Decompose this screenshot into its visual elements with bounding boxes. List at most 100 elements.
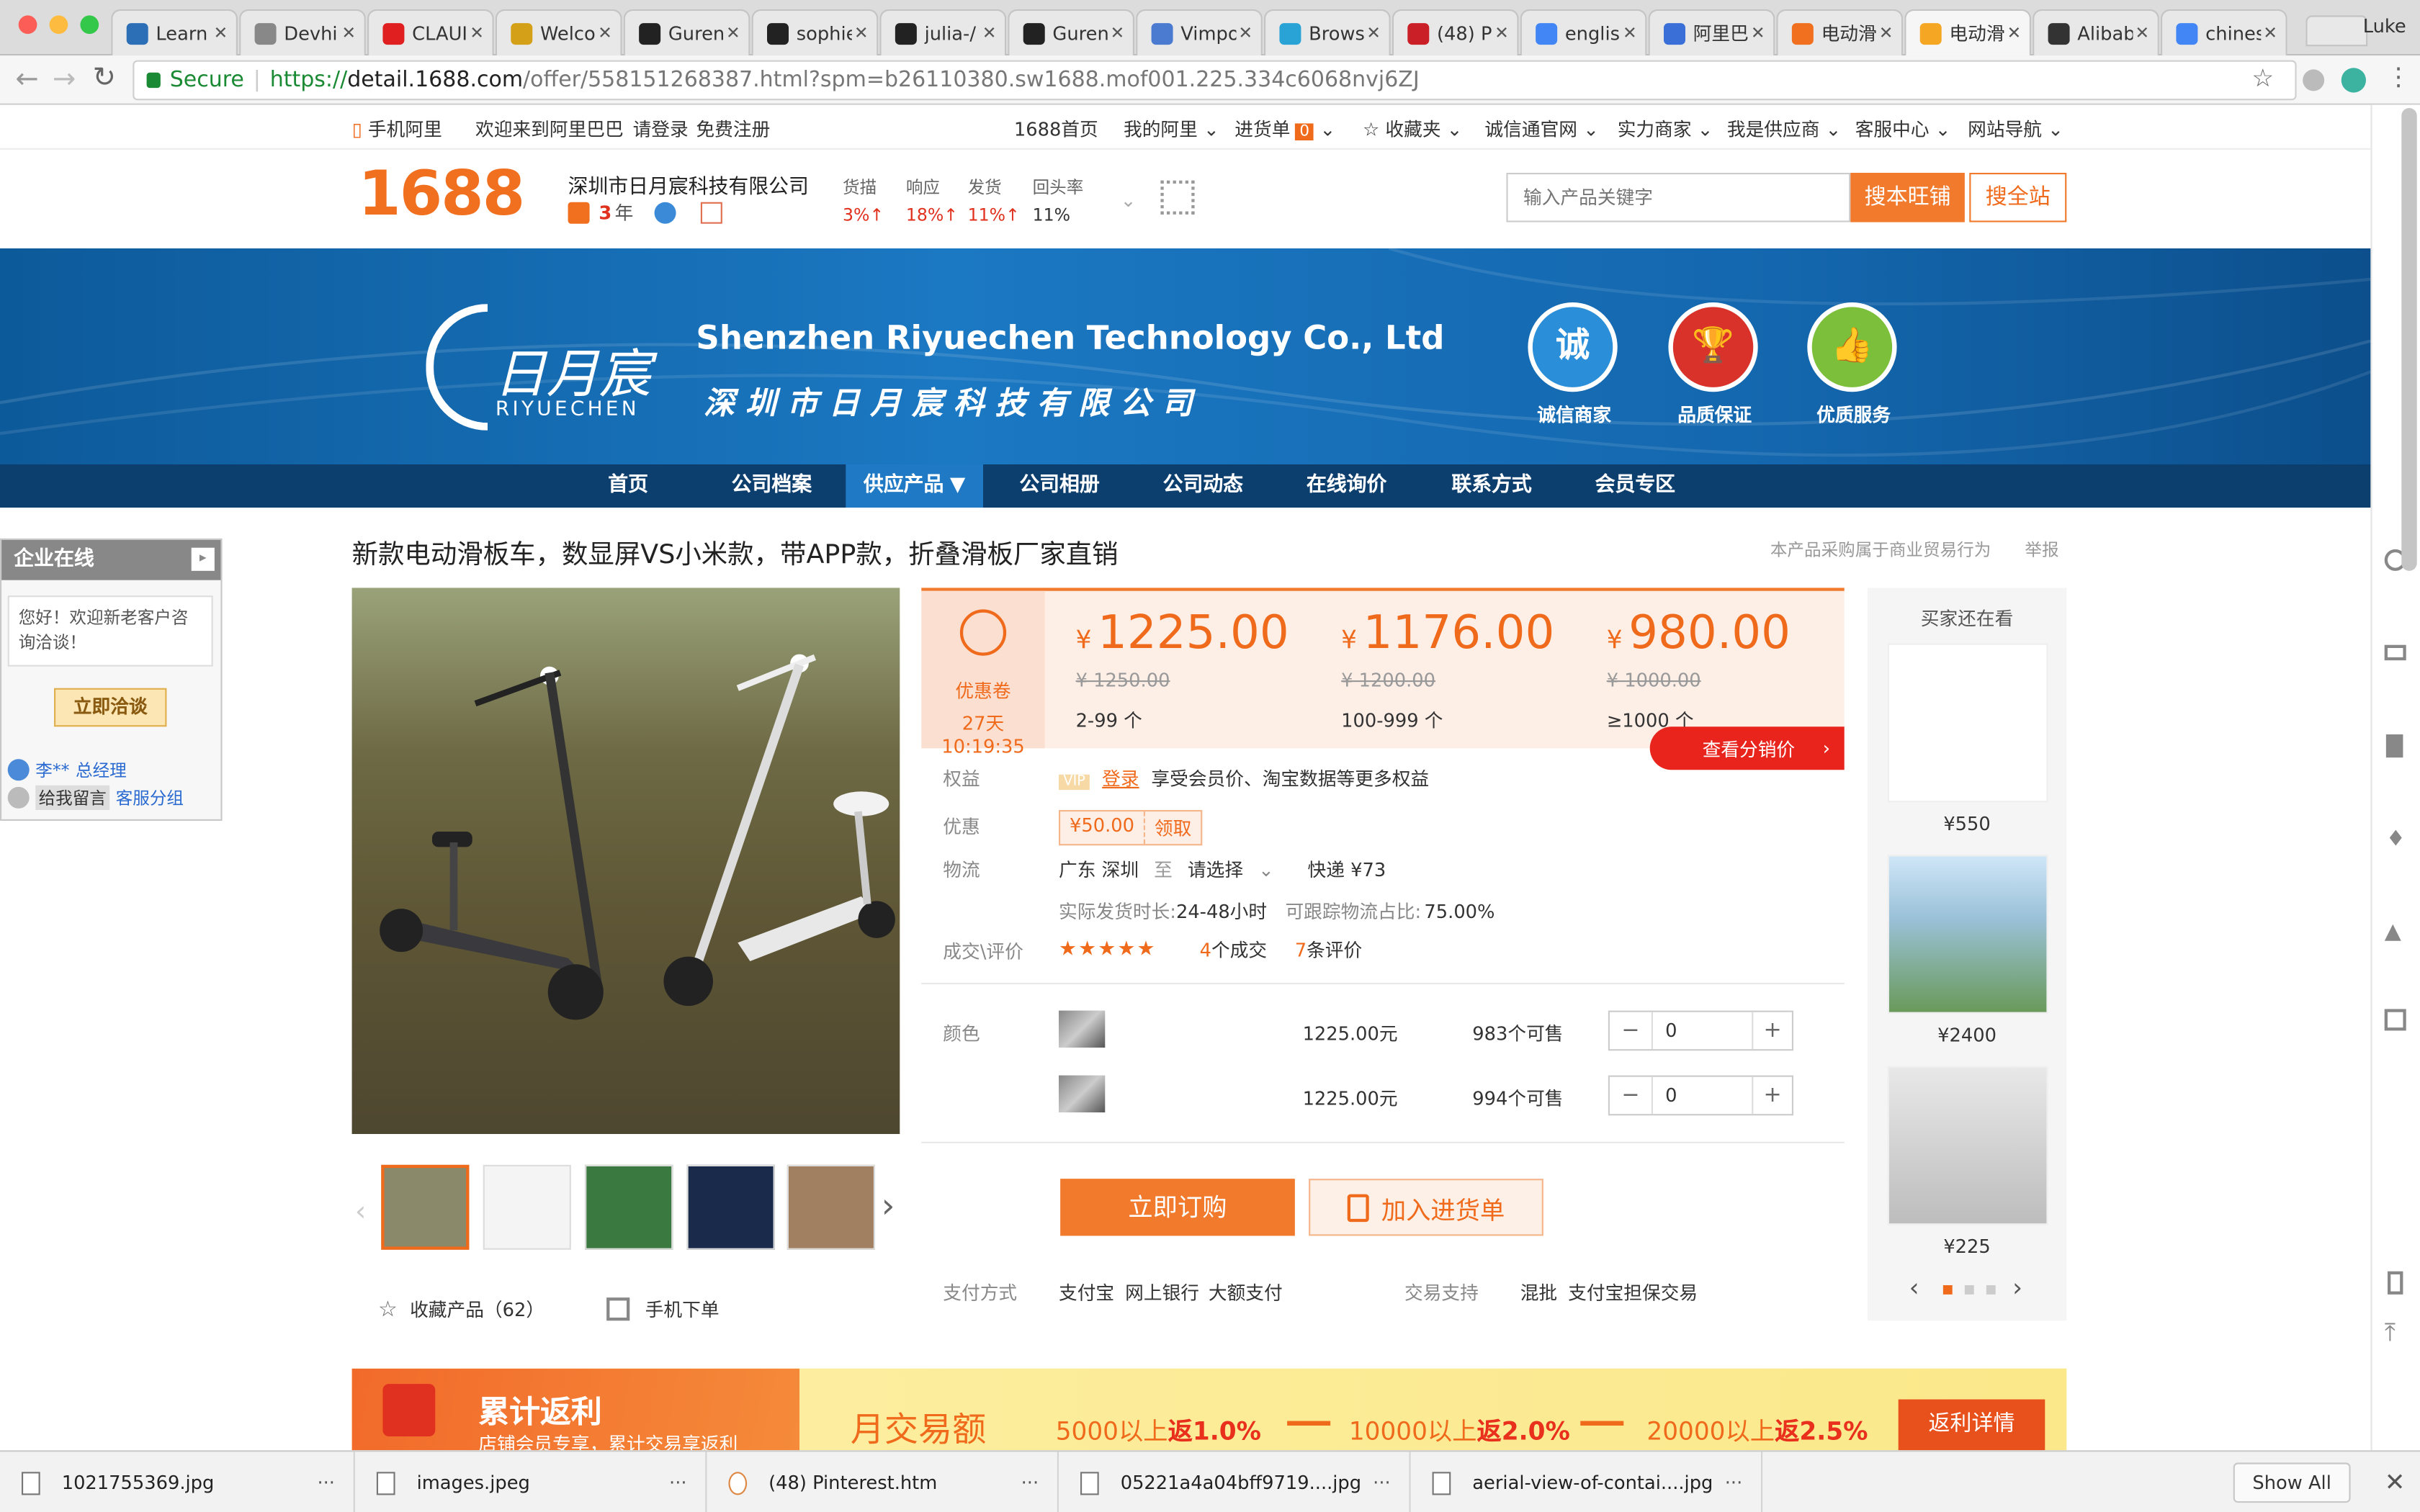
carousel-dot-active[interactable] (1942, 1285, 1953, 1295)
back-arrow-icon[interactable]: ← (15, 63, 38, 96)
more-options-icon[interactable]: ··· (1021, 1472, 1039, 1493)
variant-thumbnail[interactable] (1059, 1010, 1106, 1048)
back-to-top-icon[interactable]: ⤒ (2385, 1318, 2396, 1349)
browser-tab[interactable]: 电动滑 ✕ (1776, 9, 1904, 56)
close-tab-icon[interactable]: ✕ (1749, 23, 1767, 43)
site-logo[interactable]: 1688 (358, 159, 525, 230)
add-to-cart-button[interactable]: 加入进货单 (1309, 1179, 1543, 1236)
browser-tab[interactable]: Alibab ✕ (2033, 9, 2159, 56)
report-link[interactable]: 举报 (2025, 537, 2058, 562)
carousel-next-icon[interactable]: › (2012, 1273, 2022, 1302)
close-window-icon[interactable] (18, 15, 37, 35)
favorite-product-button[interactable]: ☆ 收藏产品（62） (378, 1296, 544, 1322)
nav-item[interactable]: 公司档案 (710, 464, 833, 508)
browser-tab[interactable]: Vimpo ✕ (1136, 9, 1263, 56)
close-tab-icon[interactable]: ✕ (724, 23, 743, 43)
cart-menu[interactable]: 进货单 0 ⌄ (1234, 116, 1335, 142)
merchants-menu[interactable]: 实力商家 ⌄ (1618, 116, 1713, 142)
deals-count[interactable]: 4 (1200, 939, 1211, 960)
extension-m-icon[interactable] (2341, 68, 2366, 93)
nav-item[interactable]: 联系方式 (1435, 464, 1548, 508)
mail-icon[interactable] (2384, 644, 2406, 661)
product-thumbnail[interactable] (686, 1164, 775, 1250)
chevron-down-icon[interactable]: ⌄ (1258, 860, 1274, 881)
bell-icon[interactable]: ▲ (2385, 919, 2401, 944)
more-options-icon[interactable]: ··· (1725, 1472, 1743, 1493)
download-item[interactable]: images.jpeg ··· (355, 1452, 707, 1512)
close-tab-icon[interactable]: ✕ (2261, 23, 2280, 43)
menu-kebab-icon[interactable]: ⋮ (2386, 62, 2411, 91)
ship-destination-select[interactable]: 请选择 (1188, 860, 1243, 881)
url-field[interactable]: Secure | https:// detail.1688.com /offer… (133, 60, 2297, 101)
download-item[interactable]: aerial-view-of-contai....jpg ··· (1411, 1452, 1763, 1512)
also-viewing-image[interactable] (1887, 1066, 2048, 1225)
browser-tab[interactable]: Brows ✕ (1264, 9, 1391, 56)
browser-tab[interactable]: CLAUI ✕ (367, 9, 494, 56)
thumb-next-icon[interactable]: › (882, 1188, 895, 1227)
mobile-ali-link[interactable]: ▯ 手机阿里 (352, 116, 442, 142)
more-options-icon[interactable]: ··· (1373, 1472, 1391, 1493)
bookmark-star-icon[interactable]: ☆ (2251, 63, 2274, 93)
phone-icon[interactable] (2388, 1271, 2403, 1295)
variant-thumbnail[interactable] (1059, 1075, 1106, 1112)
favorites-menu[interactable]: ☆ 收藏夹 ⌄ (1363, 116, 1462, 142)
also-viewing-image[interactable] (1887, 643, 2048, 803)
extension-icon[interactable] (2303, 69, 2325, 91)
product-thumbnail[interactable] (786, 1164, 875, 1250)
browser-tab[interactable]: englisl ✕ (1520, 9, 1647, 56)
close-tab-icon[interactable]: ✕ (339, 23, 358, 43)
quantity-input[interactable]: 0 (1665, 1084, 1677, 1106)
minus-button[interactable]: − (1610, 1076, 1653, 1115)
nav-item[interactable]: 供应产品 ▼ (846, 464, 983, 508)
nav-item[interactable]: 会员专区 (1579, 464, 1691, 508)
close-tab-icon[interactable]: ✕ (1621, 23, 1639, 43)
quantity-input[interactable]: 0 (1665, 1020, 1677, 1041)
login-link[interactable]: 请登录 (633, 116, 689, 142)
nav-item[interactable]: 在线询价 (1290, 464, 1402, 508)
also-viewing-image[interactable] (1887, 855, 2048, 1014)
scrollbar-thumb[interactable] (2401, 108, 2417, 571)
new-tab-button[interactable] (2305, 15, 2368, 47)
profile-name[interactable]: Luke (2363, 15, 2406, 37)
nav-item[interactable]: 首页 (586, 464, 670, 508)
plus-button[interactable]: + (1752, 1012, 1792, 1050)
carousel-prev-icon[interactable]: ‹ (1909, 1273, 1919, 1302)
close-tab-icon[interactable]: ✕ (212, 23, 230, 43)
leave-message-link[interactable]: 给我留言 (35, 785, 110, 810)
product-thumbnail[interactable] (585, 1164, 673, 1250)
maximize-window-icon[interactable] (80, 15, 99, 35)
home-link[interactable]: 1688首页 (1014, 116, 1098, 142)
browser-tab[interactable]: Learn ✕ (111, 9, 238, 56)
my-ali-menu[interactable]: 我的阿里 ⌄ (1124, 116, 1219, 142)
browser-tab[interactable]: Guren ✕ (623, 9, 750, 56)
chat-collapse-icon[interactable]: ▸ (191, 547, 215, 571)
close-tab-icon[interactable]: ✕ (852, 23, 871, 43)
claim-link[interactable]: 领取 (1145, 811, 1201, 844)
close-tab-icon[interactable]: ✕ (2005, 23, 2024, 43)
close-tab-icon[interactable]: ✕ (1236, 23, 1255, 43)
qrcode-icon[interactable] (1160, 180, 1195, 215)
service-menu[interactable]: 客服中心 ⌄ (1855, 116, 1951, 142)
distributor-price-button[interactable]: 查看分销价 › (1649, 726, 1845, 770)
close-tab-icon[interactable]: ✕ (1364, 23, 1383, 43)
browser-tab[interactable]: julia-/✕ (879, 9, 1007, 56)
nav-item[interactable]: 公司动态 (1147, 464, 1259, 508)
carousel-dot[interactable] (1986, 1285, 1996, 1295)
product-thumbnail[interactable] (483, 1164, 571, 1250)
discount-coupon[interactable]: ¥50.00 领取 (1059, 810, 1203, 846)
browser-tab[interactable]: Welco ✕ (495, 9, 622, 56)
product-thumbnail[interactable] (381, 1164, 470, 1250)
show-all-button[interactable]: Show All (2233, 1462, 2351, 1503)
browser-tab[interactable]: sophie ✕ (751, 9, 879, 56)
close-tab-icon[interactable]: ✕ (596, 23, 614, 43)
mobile-order-button[interactable]: 手机下单 (606, 1296, 720, 1322)
trust-menu[interactable]: 诚信通官网 ⌄ (1484, 116, 1598, 142)
nav-item[interactable]: 公司相册 (1003, 464, 1116, 508)
forward-arrow-icon[interactable]: → (53, 63, 76, 96)
download-item[interactable]: (48) Pinterest.htm ··· (707, 1452, 1059, 1512)
chat-contact[interactable]: 李** 总经理 (7, 757, 127, 782)
minimize-window-icon[interactable] (49, 15, 68, 35)
minus-button[interactable]: − (1610, 1012, 1653, 1050)
search-shop-button[interactable]: 搜本旺铺 (1850, 173, 1965, 222)
browser-tab[interactable]: Guren ✕ (1008, 9, 1134, 56)
